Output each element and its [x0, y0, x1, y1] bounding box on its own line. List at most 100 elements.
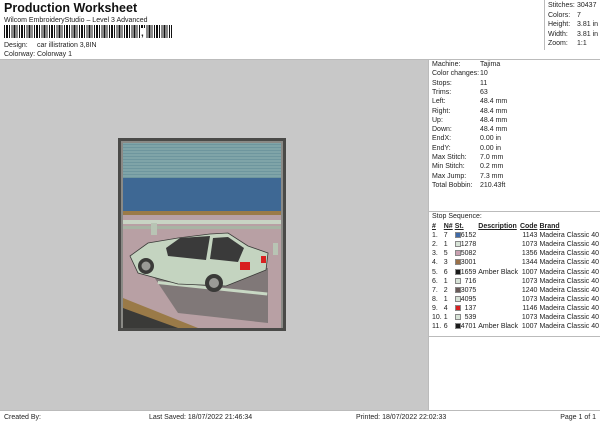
stat-row: Zoom: 1:1	[548, 40, 587, 47]
machine-info-row: Trims: 63	[432, 89, 488, 96]
table-row: 10. 1 539 1073 Madeira Classic 40	[431, 313, 600, 322]
stat-label: Stitches:	[548, 2, 575, 9]
thread-code: 1073	[521, 313, 538, 321]
software-name: Wilcom EmbroideryStudio – Level 3 Advanc…	[4, 17, 148, 24]
info-label: Max Jump:	[432, 172, 467, 180]
table-row: 9. 4 137 1146 Madeira Classic 40	[431, 304, 600, 313]
thread-code: 1073	[521, 241, 538, 249]
stop-index: 5.	[432, 268, 438, 276]
thread-brand: Madeira Classic 40	[539, 232, 599, 240]
stat-label: Width:	[548, 30, 568, 38]
stitch-count: 4701	[460, 323, 477, 331]
info-value: 63	[480, 88, 488, 96]
machine-info-row: EndY: 0.00 in	[432, 144, 501, 152]
needle-number: 4	[443, 304, 448, 312]
table-row: 5. 6 1659 Amber Black 1007 Madeira Classic 40	[431, 267, 600, 276]
info-value: 48.4 mm	[480, 116, 508, 124]
info-value: 48.4 mm	[480, 98, 508, 106]
thread-description	[477, 295, 519, 304]
table-row: 4. 3 3001 1344 Madeira Classic 40	[431, 258, 600, 267]
thread-brand: Madeira Classic 40	[539, 259, 599, 267]
info-value: 10	[480, 70, 488, 78]
table-row: 11. 6 4701 Amber Black 1007 Madeira Classic 4…	[431, 322, 600, 331]
thread-code: 1073	[521, 295, 538, 303]
thread-brand: Madeira Classic 40	[539, 295, 599, 303]
machine-info-row: EndX: 0.00 in	[432, 135, 501, 142]
info-value: 7.0 mm	[480, 154, 504, 161]
design-value: car illistration 3,8IN	[37, 42, 97, 49]
stop-index: 4.	[432, 259, 438, 267]
design-label: Design:	[4, 42, 28, 49]
color-swatch	[454, 304, 461, 311]
info-label: Total Bobbin:	[432, 181, 473, 189]
stop-sequence-table: # N# St. Description Code Brand 1. 7 6152 1…	[431, 222, 600, 331]
thread-code: 1073	[521, 277, 538, 285]
stitch-count: 3075	[460, 286, 477, 294]
col-header-code: Code	[519, 223, 538, 231]
stat-label: Zoom:	[548, 40, 568, 47]
machine-info-row: Min Stitch: 0.2 mm	[432, 163, 503, 170]
thread-description: Amber Black	[478, 268, 518, 276]
thread-brand: Madeira Classic 40	[539, 268, 599, 276]
thread-code: 1007	[521, 268, 538, 276]
color-swatch	[454, 313, 461, 320]
thread-brand: Madeira Classic 40	[539, 277, 599, 285]
stat-value: 1:1	[577, 40, 587, 47]
info-label: Down:	[432, 126, 452, 134]
stitch-count: 716	[464, 277, 477, 285]
thread-code: 1356	[521, 250, 538, 258]
machine-info-row: Max Stitch: 7.0 mm	[432, 154, 503, 161]
stop-index: 6.	[432, 277, 438, 285]
thread-code: 1146	[522, 304, 538, 312]
color-swatch	[454, 277, 461, 284]
thread-brand: Madeira Classic 40	[539, 323, 599, 331]
stat-row: Colors: 7	[548, 11, 581, 19]
thread-code: 1007	[521, 323, 538, 331]
thread-code: 1344	[521, 259, 538, 267]
info-value: 48.4 mm	[480, 126, 508, 134]
machine-info-row: Total Bobbin: 210.43ft	[432, 181, 505, 189]
table-row: 8. 1 4095 1073 Madeira Classic 40	[431, 295, 600, 304]
stop-index: 11.	[432, 323, 442, 331]
machine-info-row: Right: 48.4 mm	[432, 107, 507, 115]
machine-info-row: Max Jump: 7.3 mm	[432, 172, 503, 180]
thread-description	[477, 286, 519, 295]
stop-index: 7.	[432, 286, 438, 294]
stat-label: Colors:	[548, 11, 571, 19]
worksheet-header: Production Worksheet Wilcom EmbroiderySt…	[0, 0, 600, 60]
page-number: Page 1 of 1	[560, 414, 596, 421]
info-label: EndY:	[432, 144, 451, 152]
col-header-n: N#	[443, 223, 453, 231]
barcode-suffix: ,	[140, 28, 145, 39]
colorway-label: Colorway:	[4, 51, 36, 58]
stitch-count: 6152	[460, 232, 477, 240]
stats-box: Stitches: 30437 Colors: 7 Height: 3.81 in Widt…	[544, 0, 600, 50]
thread-brand: Madeira Classic 40	[539, 313, 599, 321]
thread-description	[477, 249, 519, 258]
printed-date: Printed: 18/07/2022 22:02:33	[356, 414, 447, 421]
stitch-count: 4095	[460, 295, 477, 303]
col-header-index: #	[432, 223, 436, 231]
stop-sequence-title: Stop Sequence:	[432, 213, 482, 220]
table-row: 1. 7 6152 1143 Madeira Classic 40	[431, 231, 600, 240]
stat-value: 7	[577, 11, 581, 19]
thread-brand: Madeira Classic 40	[539, 250, 599, 258]
info-value: 48.4 mm	[480, 107, 508, 115]
machine-info-row: Stops: 11	[432, 80, 487, 87]
info-label: Right:	[432, 107, 451, 115]
page-title: Production Worksheet	[4, 1, 138, 15]
stitch-count: 5082	[460, 250, 477, 258]
machine-info-row: Up: 48.4 mm	[432, 117, 507, 124]
needle-number: 6	[443, 323, 448, 331]
last-saved: Last Saved: 18/07/2022 21:46:34	[149, 414, 253, 421]
stitch-count: 1659	[460, 268, 477, 276]
stat-value: 3.81 in	[577, 30, 599, 38]
machine-info-panel: Machine: Tajima Color changes: 10 Stops: 11 Tr…	[428, 60, 600, 410]
embroidery-design-preview	[118, 138, 286, 331]
stop-index: 2.	[432, 241, 438, 249]
table-row: 2. 1 1278 1073 Madeira Classic 40	[431, 240, 600, 249]
needle-number: 7	[443, 232, 448, 240]
info-value: Tajima	[480, 61, 501, 68]
info-value: 7.3 mm	[480, 172, 504, 180]
stat-label: Height:	[548, 21, 571, 28]
